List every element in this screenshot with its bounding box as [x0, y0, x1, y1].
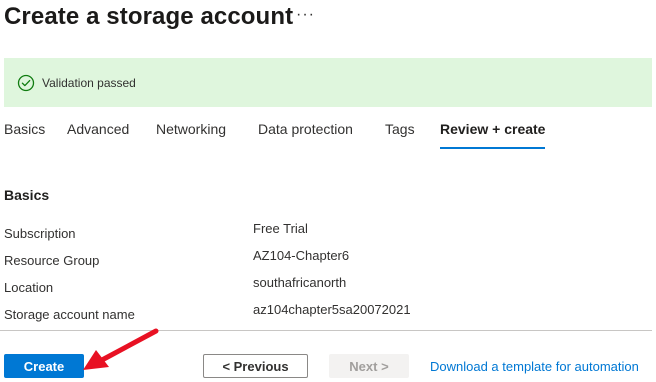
tab-advanced[interactable]: Advanced [67, 121, 129, 149]
validation-status-text: Validation passed [42, 75, 136, 90]
check-circle-icon [17, 74, 35, 92]
create-button[interactable]: Create [4, 354, 84, 378]
wizard-tabs: Basics Advanced Networking Data protecti… [4, 121, 564, 151]
subscription-label: Subscription [4, 226, 76, 241]
resource-group-value: AZ104-Chapter6 [253, 248, 350, 263]
location-label: Location [4, 280, 54, 295]
location-value: southafricanorth [253, 275, 347, 290]
section-title-basics: Basics [4, 187, 50, 203]
tab-networking[interactable]: Networking [156, 121, 226, 149]
validation-banner: Validation passed [4, 58, 652, 107]
tab-data-protection[interactable]: Data protection [258, 121, 353, 149]
tab-basics[interactable]: Basics [4, 121, 45, 149]
create-storage-account-page: Create a storage account ··· Validation … [0, 0, 656, 382]
storage-account-name-label: Storage account name [4, 307, 135, 322]
page-title: Create a storage account [4, 3, 294, 30]
storage-account-name-value: az104chapter5sa20072021 [253, 302, 411, 317]
more-options-button[interactable]: ··· [296, 6, 315, 24]
tab-review-create[interactable]: Review + create [440, 121, 546, 149]
subscription-value: Free Trial [253, 221, 308, 236]
red-arrow-icon [83, 328, 159, 370]
tab-tags[interactable]: Tags [385, 121, 415, 149]
next-button[interactable]: Next > [329, 354, 409, 378]
download-template-link[interactable]: Download a template for automation [430, 359, 639, 374]
previous-button[interactable]: < Previous [203, 354, 308, 378]
resource-group-label: Resource Group [4, 253, 100, 268]
